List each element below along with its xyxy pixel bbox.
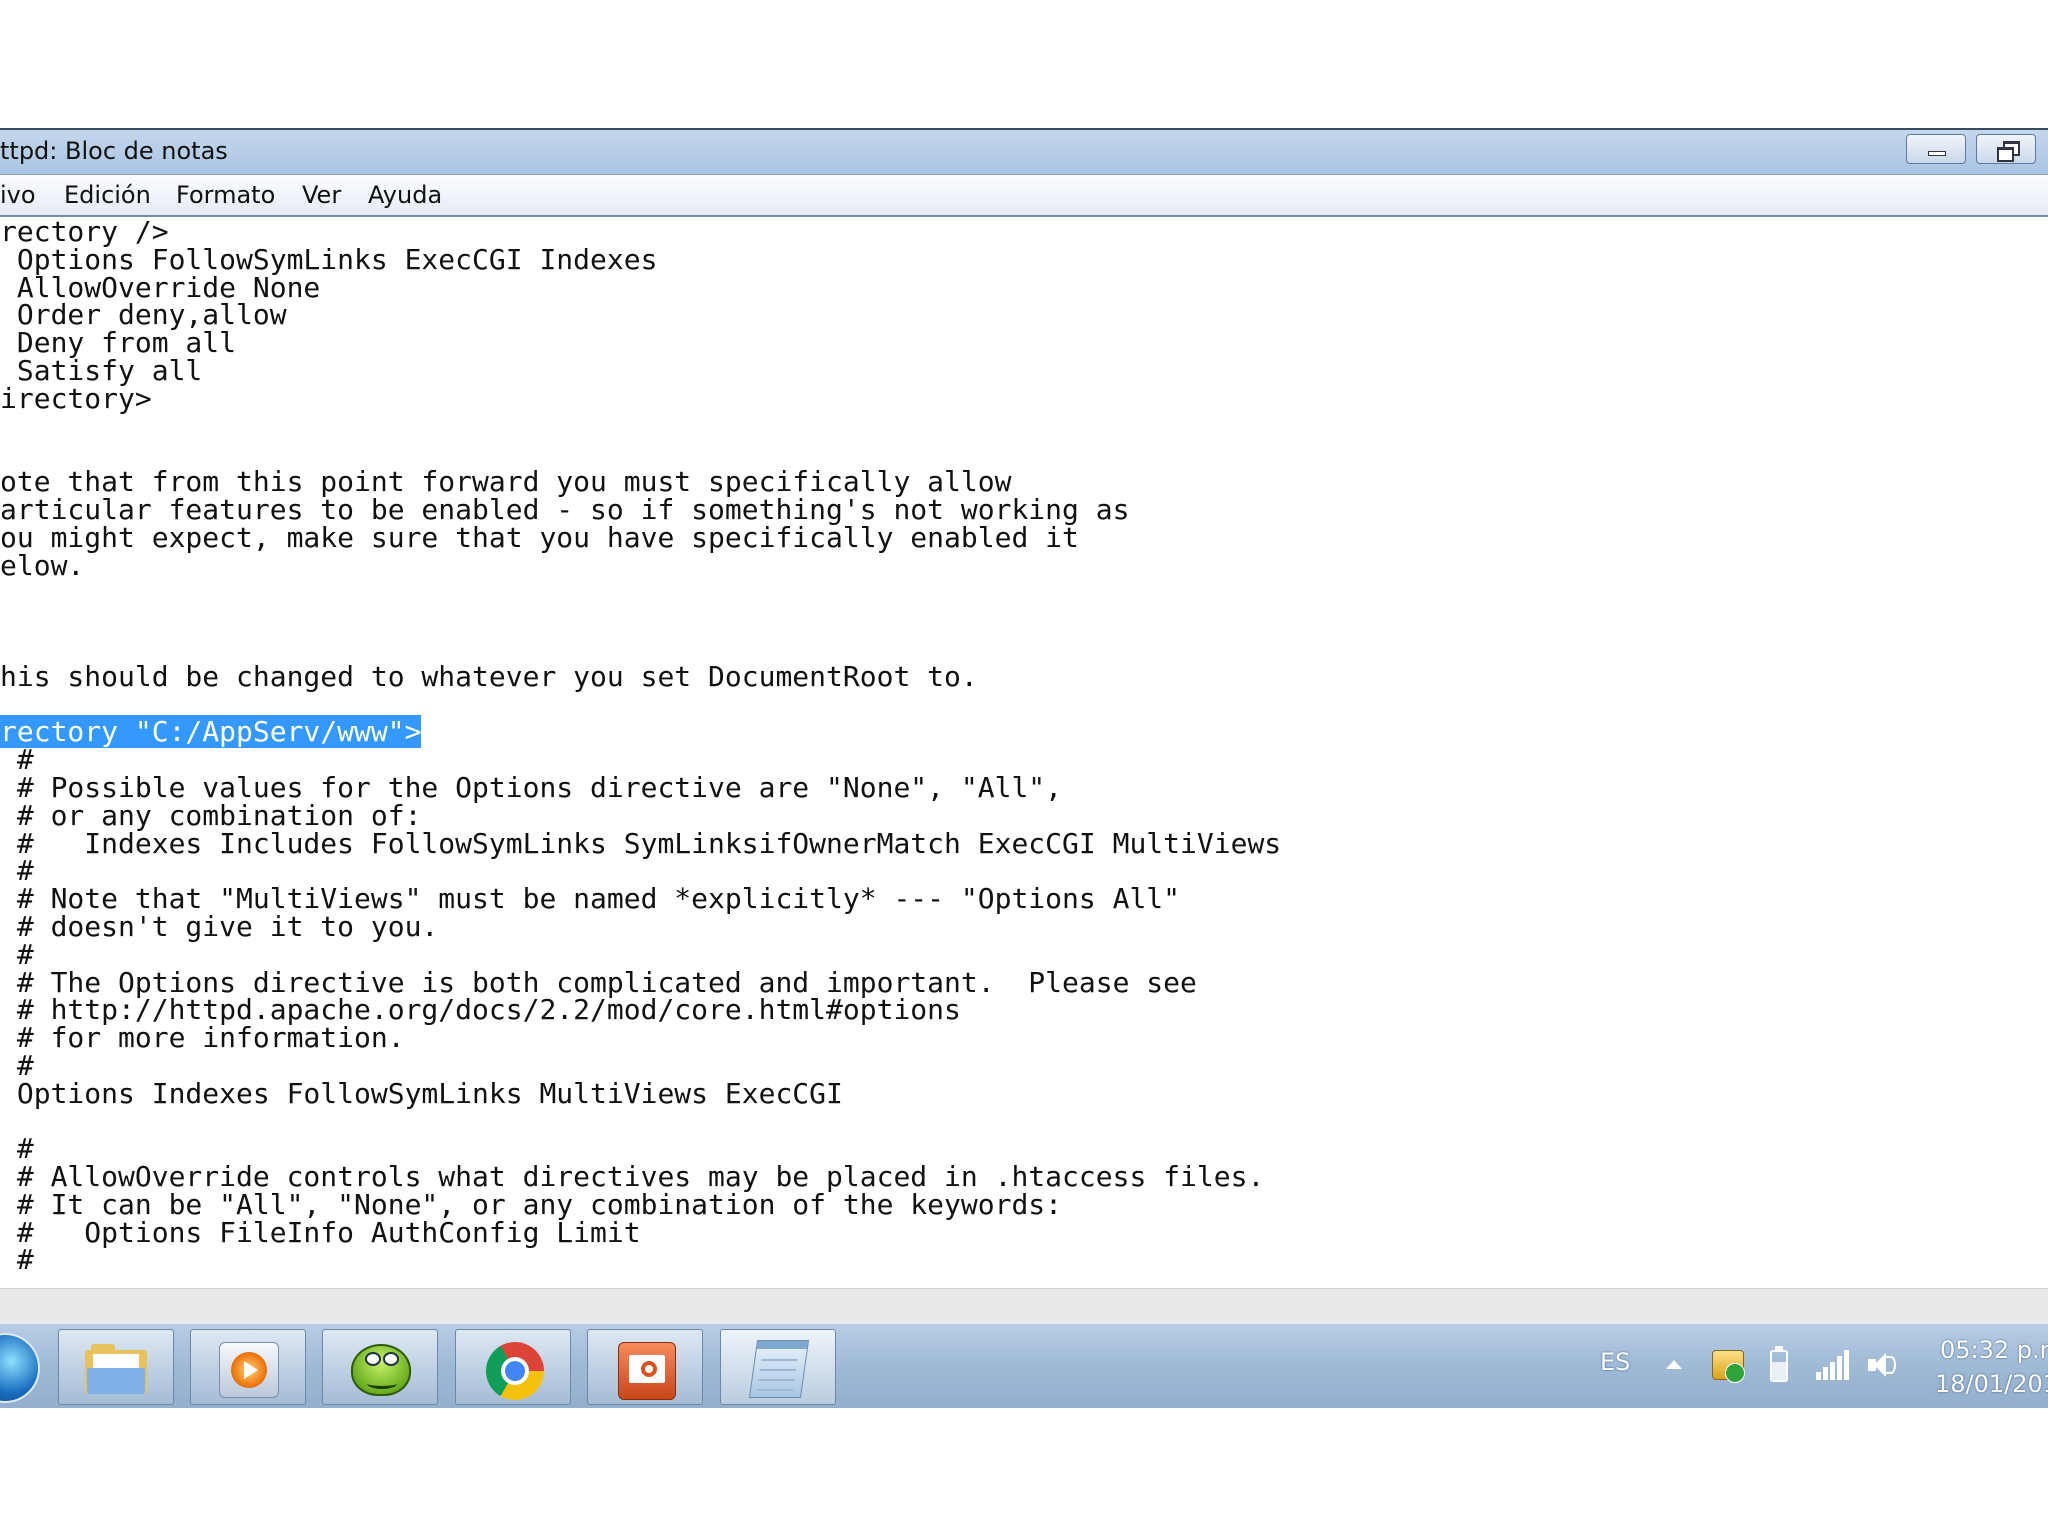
clock-date[interactable]: 18/01/201 bbox=[1935, 1370, 2048, 1398]
folder-icon bbox=[85, 1344, 147, 1394]
notepad-window: ttpd: Bloc de notas ivo Edición Formato … bbox=[0, 128, 2048, 1325]
editor-line[interactable]: his should be changed to whatever you se… bbox=[0, 659, 1281, 693]
editor-line[interactable]: # Indexes Includes FollowSymLinks SymLin… bbox=[0, 826, 1282, 860]
line-text: # Options FileInfo AuthConfig Limit bbox=[0, 1215, 641, 1249]
restore-icon bbox=[1996, 141, 2020, 162]
powerpoint-icon bbox=[618, 1342, 676, 1400]
editor-line[interactable] bbox=[0, 635, 1281, 663]
editor-line[interactable]: Satisfy all bbox=[0, 356, 1281, 385]
editor-line[interactable]: # bbox=[0, 1051, 1281, 1080]
editor-line[interactable]: ote that from this point forward you mus… bbox=[0, 468, 1281, 496]
editor-line[interactable]: # It can be "All", "None", or any combin… bbox=[0, 1190, 1281, 1219]
editor-line[interactable] bbox=[0, 579, 1281, 607]
editor-line[interactable]: # bbox=[0, 1135, 1281, 1163]
editor-line[interactable]: AllowOverride None bbox=[0, 273, 1281, 302]
taskbar-button-explorer[interactable] bbox=[58, 1329, 174, 1405]
line-text: Options Indexes FollowSymLinks MultiView… bbox=[0, 1076, 843, 1110]
editor-line[interactable] bbox=[0, 607, 1281, 635]
chrome-icon bbox=[486, 1342, 544, 1400]
taskbar-button-notepad[interactable] bbox=[720, 1329, 836, 1405]
horizontal-scrollbar[interactable] bbox=[0, 1288, 2048, 1325]
editor-line[interactable]: # bbox=[0, 1246, 1281, 1274]
editor-line[interactable] bbox=[0, 440, 1281, 468]
editor-line[interactable]: Order deny,allow bbox=[0, 301, 1281, 329]
selected-text: rectory "C:/AppServ/www"> bbox=[0, 715, 422, 749]
editor-line[interactable]: # bbox=[0, 746, 1281, 774]
editor-line[interactable]: rectory "C:/AppServ/www"> bbox=[0, 715, 1281, 749]
restore-button[interactable] bbox=[1976, 134, 2036, 164]
media-player-icon bbox=[219, 1342, 279, 1398]
window-title: ttpd: Bloc de notas bbox=[0, 137, 228, 165]
menu-ver[interactable]: Ver bbox=[302, 181, 341, 209]
minimize-icon bbox=[1928, 151, 1946, 156]
line-text: # bbox=[0, 1243, 34, 1277]
menu-archivo[interactable]: ivo bbox=[0, 181, 36, 209]
taskbar-button-powerpoint[interactable] bbox=[587, 1329, 703, 1405]
editor-line[interactable]: # doesn't give it to you. bbox=[0, 909, 1281, 943]
editor-line[interactable]: articular features to be enabled - so if… bbox=[0, 495, 1281, 524]
editor-line[interactable]: # The Options directive is both complica… bbox=[0, 968, 1281, 997]
line-text: his should be changed to whatever you se… bbox=[0, 659, 978, 693]
action-center-icon[interactable] bbox=[1712, 1350, 1745, 1383]
network-signal-icon[interactable] bbox=[1816, 1350, 1850, 1380]
line-text: # doesn't give it to you. bbox=[0, 909, 439, 943]
frog-icon bbox=[351, 1344, 411, 1396]
editor-line[interactable]: # bbox=[0, 940, 1281, 969]
taskbar-button-chrome[interactable] bbox=[455, 1329, 571, 1405]
menu-edicion[interactable]: Edición bbox=[64, 181, 151, 209]
editor-line[interactable]: # Note that "MultiViews" must be named *… bbox=[0, 885, 1281, 913]
editor-line[interactable]: # Options FileInfo AuthConfig Limit bbox=[0, 1215, 1281, 1249]
editor-line[interactable] bbox=[0, 1108, 1281, 1136]
editor-line[interactable]: Options FollowSymLinks ExecCGI Indexes bbox=[0, 245, 1281, 274]
editor-line[interactable]: # Possible values for the Options direct… bbox=[0, 773, 1281, 802]
notepad-icon bbox=[748, 1340, 810, 1398]
editor-line[interactable]: elow. bbox=[0, 548, 1281, 582]
editor-line[interactable]: Options Indexes FollowSymLinks MultiView… bbox=[0, 1076, 1281, 1110]
editor-line[interactable]: # AllowOverride controls what directives… bbox=[0, 1163, 1281, 1191]
show-hidden-icons-icon[interactable] bbox=[1666, 1360, 1682, 1369]
editor-line[interactable]: # http://httpd.apache.org/docs/2.2/mod/c… bbox=[0, 996, 1281, 1024]
editor-line[interactable]: Deny from all bbox=[0, 329, 1281, 357]
line-text: ou might expect, make sure that you have… bbox=[0, 520, 1079, 554]
editor-line[interactable]: # or any combination of: bbox=[0, 801, 1281, 830]
editor-line[interactable]: irectory> bbox=[0, 381, 1281, 415]
line-text: elow. bbox=[0, 548, 85, 582]
volume-icon[interactable] bbox=[1866, 1350, 1896, 1380]
menu-ayuda[interactable]: Ayuda bbox=[368, 181, 442, 209]
taskbar-button-frog-app[interactable] bbox=[322, 1329, 438, 1405]
minimize-button[interactable] bbox=[1906, 134, 1966, 164]
title-bar[interactable]: ttpd: Bloc de notas bbox=[0, 130, 2048, 175]
editor-line[interactable] bbox=[0, 413, 1281, 441]
language-indicator[interactable]: ES bbox=[1600, 1348, 1630, 1376]
line-text: # for more information. bbox=[0, 1021, 405, 1055]
editor-line[interactable] bbox=[0, 691, 1281, 719]
editor-line[interactable]: ou might expect, make sure that you have… bbox=[0, 520, 1281, 554]
menu-formato[interactable]: Formato bbox=[176, 181, 275, 209]
editor-line[interactable]: # bbox=[0, 857, 1281, 885]
line-text: # Indexes Includes FollowSymLinks SymLin… bbox=[0, 826, 1282, 860]
taskbar-button-media-player[interactable] bbox=[190, 1329, 306, 1405]
editor-line[interactable]: # for more information. bbox=[0, 1024, 1281, 1052]
editor-line[interactable]: rectory /> bbox=[0, 218, 1281, 246]
text-editor[interactable]: rectory /> Options FollowSymLinks ExecCG… bbox=[0, 218, 2048, 1288]
line-text: irectory> bbox=[0, 381, 152, 415]
clock-time[interactable]: 05:32 p.m bbox=[1940, 1336, 2048, 1364]
menu-bar: ivo Edición Formato Ver Ayuda bbox=[0, 175, 2048, 217]
start-button[interactable] bbox=[0, 1333, 40, 1403]
taskbar: ES 05:32 p.m 18/01/201 bbox=[0, 1323, 2048, 1408]
battery-icon[interactable] bbox=[1770, 1346, 1788, 1382]
editor-text[interactable]: rectory /> Options FollowSymLinks ExecCG… bbox=[0, 218, 1281, 1274]
